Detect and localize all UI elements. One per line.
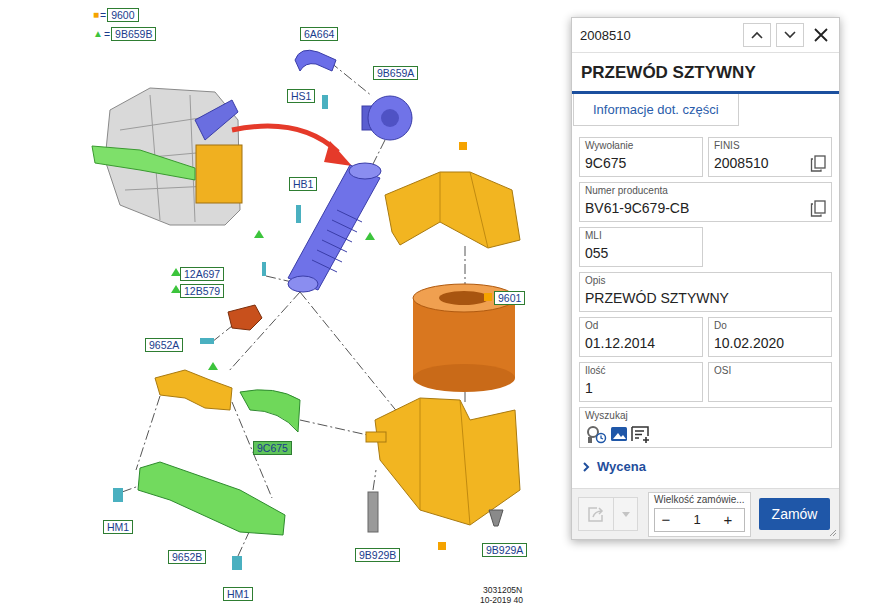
field-label: Ilość: [585, 365, 697, 377]
field: Wywołanie 9C675: [579, 137, 703, 177]
field-value: BV61-9C679-CB: [585, 200, 689, 217]
field-value: 1: [585, 380, 593, 397]
legend-equals: =: [100, 9, 106, 21]
tab-bar: Informacje dot. części: [572, 91, 839, 126]
field-body: 01.12.2014: [585, 335, 697, 352]
field-value: PRZEWÓD SZTYWNY: [585, 290, 729, 307]
field-body: PRZEWÓD SZTYWNY: [585, 290, 826, 307]
legend-code[interactable]: 9600: [107, 8, 138, 22]
field-body: 1: [585, 380, 697, 397]
image-icon[interactable]: [610, 425, 628, 443]
drawing-date: 10-2019 40: [480, 595, 523, 605]
quantity-label: Wielkość zamówie...: [654, 494, 745, 506]
catalog-page: ■=9600▲=9B659B6A6649B659AHS1HB1960112A69…: [0, 0, 874, 606]
field: OSI: [708, 362, 832, 402]
next-button[interactable]: [776, 23, 804, 47]
add-note-icon[interactable]: [631, 425, 651, 443]
part-callout[interactable]: 9B929B: [355, 548, 400, 562]
legend-item: ■=9600: [93, 8, 139, 22]
field-label: MLI: [585, 230, 697, 242]
part-callout[interactable]: 9652A: [145, 338, 183, 352]
part-callout[interactable]: 9652B: [168, 550, 206, 564]
more-menu-button[interactable]: [614, 497, 638, 531]
field-label: FINIS: [714, 140, 826, 152]
field: FINIS 2008510: [708, 137, 832, 177]
field-value: 9C675: [585, 155, 626, 172]
part-callout[interactable]: 9601: [494, 291, 525, 305]
panel-header: 2008510: [572, 18, 839, 53]
field-body: BV61-9C679-CB: [585, 200, 826, 217]
caret-down-icon: [622, 512, 630, 517]
share-icon: [588, 506, 604, 522]
field-body: 9C675: [585, 155, 697, 172]
tab[interactable]: Informacje dot. części: [573, 94, 739, 126]
order-quantity: Wielkość zamówie... −1+: [648, 492, 751, 537]
field-label: Opis: [585, 275, 826, 287]
part-details-panel: 2008510PRZEWÓD SZTYWNYInformacje dot. cz…: [571, 17, 840, 540]
part-callout[interactable]: HM1: [103, 520, 133, 534]
field-label: Od: [585, 320, 697, 332]
close-button[interactable]: [809, 23, 833, 47]
field-value: 2008510: [714, 155, 769, 172]
panel-footer: Wielkość zamówie... −1+ Zamów: [572, 488, 839, 539]
chevron-up-icon: [751, 31, 763, 39]
field: MLI 055: [579, 227, 703, 267]
field-value: 10.02.2020: [714, 335, 784, 352]
field-value: 055: [585, 245, 608, 262]
field-label: Wyszukaj: [585, 410, 826, 422]
quantity-input[interactable]: 1: [677, 512, 717, 527]
pricing-section[interactable]: Wycena: [572, 448, 839, 480]
chevron-icon: [581, 462, 591, 472]
increase-button[interactable]: +: [717, 510, 739, 530]
legend-item: ▲=9B659B: [93, 27, 156, 41]
decrease-button[interactable]: −: [655, 510, 677, 530]
legend-equals: =: [104, 28, 110, 40]
field-label: OSI: [714, 365, 826, 377]
legend-symbol: ▲: [93, 28, 103, 40]
field: Od 01.12.2014: [579, 317, 703, 357]
order-button[interactable]: Zamów: [759, 498, 831, 530]
field-label: Do: [714, 320, 826, 332]
part-title: PRZEWÓD SZTYWNY: [572, 53, 839, 91]
field: Ilość 1: [579, 362, 703, 402]
chevron-down-icon: [784, 31, 796, 39]
field-label: Wywołanie: [585, 140, 697, 152]
quantity-stepper: −1+: [654, 508, 745, 532]
previous-button[interactable]: [743, 23, 771, 47]
field-body: 2008510: [714, 155, 826, 172]
service-lookup-icon[interactable]: [585, 424, 607, 444]
part-callout[interactable]: 9B659A: [373, 66, 418, 80]
search-field: Wyszukaj: [579, 407, 832, 448]
field-label: Numer producenta: [585, 185, 826, 197]
share-button[interactable]: [578, 497, 614, 531]
part-callout[interactable]: 12A697: [180, 267, 224, 281]
field: Opis PRZEWÓD SZTYWNY: [579, 272, 832, 312]
copy-icon[interactable]: [810, 200, 826, 217]
part-callout[interactable]: 6A664: [300, 27, 338, 41]
legend-code[interactable]: 9B659B: [111, 27, 156, 41]
field: Do 10.02.2020: [708, 317, 832, 357]
part-callout[interactable]: 9C675: [253, 441, 292, 455]
resize-grip-icon[interactable]: [829, 529, 837, 537]
part-callout[interactable]: HS1: [287, 89, 315, 103]
search-tools: [585, 424, 826, 444]
close-icon: [814, 28, 828, 42]
copy-icon[interactable]: [810, 155, 826, 172]
part-callout[interactable]: HB1: [289, 177, 317, 191]
field: Numer producenta BV61-9C679-CB: [579, 182, 832, 222]
legend-symbol: ■: [93, 9, 99, 21]
drawing-number: 3031205N: [483, 585, 522, 595]
pricing-label: Wycena: [597, 459, 646, 474]
part-callout[interactable]: 12B579: [180, 284, 224, 298]
panel-header-title: 2008510: [580, 28, 738, 43]
part-callout[interactable]: 9B929A: [482, 543, 527, 557]
field-body: 10.02.2020: [714, 335, 826, 352]
field-value: 01.12.2014: [585, 335, 655, 352]
part-callout[interactable]: HM1: [223, 587, 253, 601]
field-grid: Wywołanie 9C675 FINIS 2008510 Numer producen…: [572, 126, 839, 448]
field-body: 055: [585, 245, 697, 262]
